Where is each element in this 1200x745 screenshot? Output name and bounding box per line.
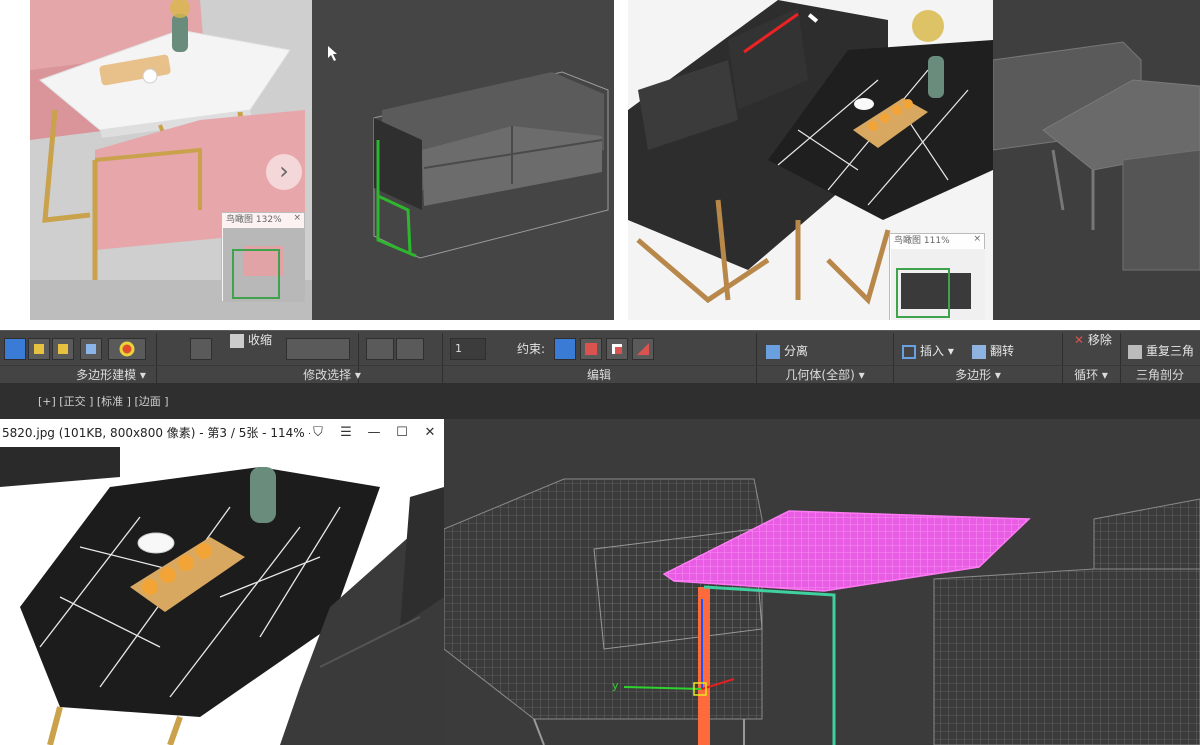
section-polygon-modeling[interactable]: 多边形建模 ▾ bbox=[0, 365, 222, 384]
shrink-label: 收缩 bbox=[248, 333, 273, 347]
insert-icon bbox=[902, 344, 916, 359]
minimize-icon[interactable]: — bbox=[366, 425, 382, 441]
cube-blue-icon bbox=[86, 344, 96, 354]
constraint-normal-button[interactable] bbox=[632, 338, 654, 360]
section-geometry-all[interactable]: 几何体(全部) ▾ bbox=[756, 365, 894, 384]
viewer-image bbox=[0, 447, 444, 745]
navigator-thumbnail[interactable]: 鸟瞰图 132% × bbox=[221, 212, 305, 302]
navigator-label-2: 鸟瞰图 bbox=[894, 236, 922, 246]
cube-yellow-icon bbox=[34, 344, 44, 354]
spinner-value: 1 bbox=[455, 342, 462, 355]
flip-icon bbox=[972, 344, 986, 359]
image-viewer-window: 5820.jpg (101KB, 800x800 像素) - 第3 / 5张 -… bbox=[0, 419, 444, 745]
next-image-button[interactable]: › bbox=[266, 154, 302, 190]
section-triangulation[interactable]: 三角剖分 bbox=[1120, 365, 1200, 384]
edit-list-button[interactable] bbox=[366, 338, 394, 360]
vertex-mode-button[interactable] bbox=[4, 338, 26, 360]
constraint-none-button[interactable] bbox=[554, 338, 576, 360]
close-icon[interactable]: × bbox=[293, 213, 301, 223]
menu-icon[interactable]: ☰ bbox=[338, 425, 354, 441]
subdivision-spinner[interactable]: 1 bbox=[450, 338, 486, 360]
flip-label: 翻转 bbox=[990, 344, 1015, 358]
reference-collage: › 鸟瞰图 132% × 鸟瞰图 111% × bbox=[0, 0, 1200, 330]
border-mode-button[interactable] bbox=[52, 338, 74, 360]
color-circle-icon bbox=[119, 341, 135, 357]
section-edit[interactable]: 编辑 bbox=[442, 365, 756, 384]
edge-mode-button[interactable] bbox=[28, 338, 50, 360]
constraint-face-button[interactable] bbox=[606, 338, 628, 360]
remove-button[interactable]: ✕ 移除 bbox=[1074, 331, 1112, 348]
close-icon-viewer[interactable]: ✕ bbox=[422, 425, 438, 441]
viewer-titlebar[interactable]: 5820.jpg (101KB, 800x800 像素) - 第3 / 5张 -… bbox=[0, 419, 444, 447]
remove-label: 移除 bbox=[1087, 333, 1112, 347]
wireframe-scene: y bbox=[444, 419, 1200, 745]
gizmo-y-label: y bbox=[612, 679, 619, 692]
constraint-label: 约束: bbox=[517, 342, 546, 356]
viewport-label-bar: [+] [正交 ] [标准 ] [边面 ] bbox=[0, 383, 1200, 419]
marble-table-image bbox=[0, 447, 444, 745]
grey-3d-render bbox=[993, 0, 1200, 320]
close-icon-2[interactable]: × bbox=[973, 234, 981, 244]
navigator-preview-2 bbox=[891, 249, 985, 320]
ring-loop-dropdown[interactable] bbox=[286, 338, 350, 360]
detach-label: 分离 bbox=[784, 344, 809, 358]
maximize-icon[interactable]: ☐ bbox=[394, 425, 410, 441]
insert-button[interactable]: 插入 ▾ bbox=[902, 342, 954, 359]
triangulate-icon bbox=[1128, 344, 1142, 359]
soft-select-button[interactable] bbox=[190, 338, 212, 360]
navigator-zoom: 132% bbox=[255, 215, 282, 225]
shrink-icon bbox=[230, 333, 244, 348]
cube-yellow-icon-2 bbox=[58, 344, 68, 354]
polygon-mode-button[interactable] bbox=[80, 338, 102, 360]
navigator-zoom-2: 111% bbox=[923, 236, 950, 246]
navigator-preview bbox=[223, 228, 305, 302]
section-loop[interactable]: 循环 ▾ bbox=[1062, 365, 1120, 384]
navigator-label: 鸟瞰图 bbox=[226, 215, 254, 225]
flip-button[interactable]: 翻转 bbox=[972, 342, 1014, 359]
section-polygons[interactable]: 多边形 ▾ bbox=[894, 365, 1062, 384]
insert-label: 插入 bbox=[920, 344, 945, 358]
black-sofa-photo: 鸟瞰图 111% × bbox=[628, 0, 993, 320]
pink-sofa-photo: › 鸟瞰图 132% × bbox=[0, 0, 312, 320]
perspective-viewport[interactable]: y bbox=[444, 419, 1200, 745]
sofa-3d-preview bbox=[312, 0, 614, 320]
normal-arrow-icon bbox=[637, 343, 649, 355]
navigator-thumbnail-2[interactable]: 鸟瞰图 111% × bbox=[889, 233, 985, 320]
element-mode-button[interactable] bbox=[108, 338, 146, 360]
section-modify-selection[interactable]: 修改选择 ▾ bbox=[222, 365, 442, 384]
constraint-edge-button[interactable] bbox=[580, 338, 602, 360]
edit-list-button-2[interactable] bbox=[396, 338, 424, 360]
modeling-ribbon: 收缩 1 约束: 分离 插入 ▾ 翻转 ✕ 移除 重复三角 多边形建模 ▾ 修改… bbox=[0, 330, 1200, 383]
grey-3d-model-preview bbox=[993, 0, 1200, 320]
repeat-triangulate-label: 重复三角 bbox=[1146, 344, 1195, 358]
detach-icon bbox=[766, 344, 780, 359]
sofa-3d-render bbox=[312, 0, 614, 320]
repeat-triangulate-button[interactable]: 重复三角 bbox=[1128, 342, 1194, 359]
detach-button[interactable]: 分离 bbox=[766, 342, 808, 359]
viewport-label[interactable]: [+] [正交 ] [标准 ] [边面 ] bbox=[38, 393, 169, 409]
viewer-title: 5820.jpg (101KB, 800x800 像素) - 第3 / 5张 -… bbox=[2, 426, 321, 440]
red-cube-icon bbox=[585, 343, 597, 355]
pin-icon[interactable]: ⛉ bbox=[310, 425, 326, 441]
shrink-button[interactable]: 收缩 bbox=[230, 331, 272, 348]
red-cube-icon-2 bbox=[612, 344, 622, 354]
